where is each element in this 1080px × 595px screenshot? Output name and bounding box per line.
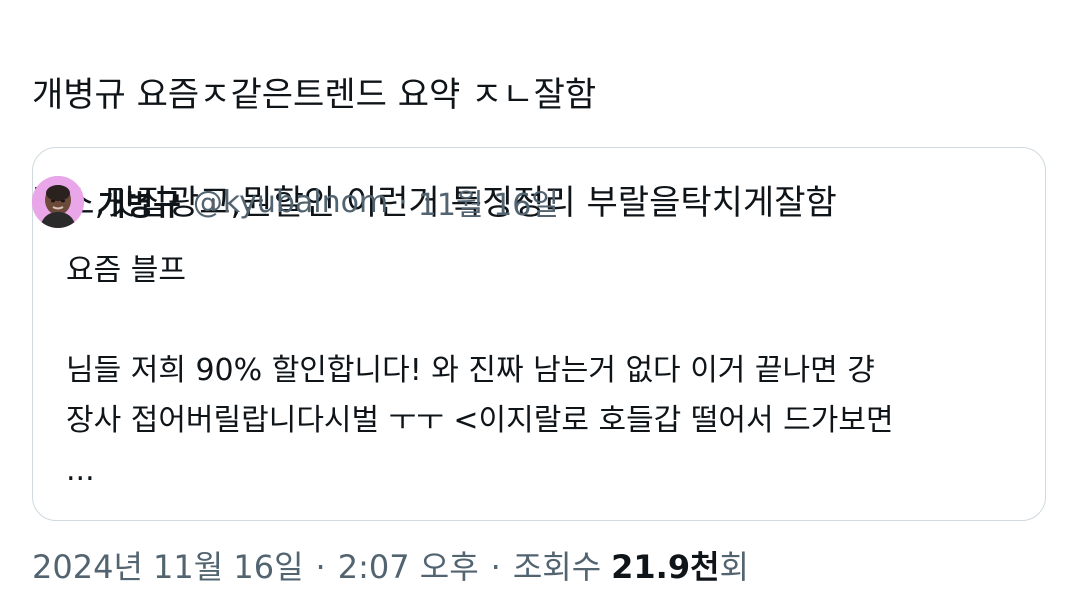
- post-date[interactable]: 2024년 11월 16일: [32, 542, 304, 588]
- separator-dot: ·: [398, 184, 408, 220]
- quoted-body-line-3: 장사 접어버릴랍니다시벌 ㅜㅜ <이지랄로 호들갑 떨어서 드가보면: [66, 403, 894, 438]
- post-text-line-1: 개병규 요즘ㅈ같은트렌드 요약 ㅈㄴ잘함: [32, 75, 597, 115]
- quoted-body-line-1: 요즘 블프: [66, 253, 186, 288]
- views-label: 조회수: [512, 548, 602, 586]
- quoted-post-header: 개병규 @kyubalnom · 11월 16일: [32, 176, 559, 228]
- separator-dot: ·: [490, 548, 501, 586]
- quoted-author-handle[interactable]: @kyubalnom: [193, 185, 388, 220]
- quoted-post-body: 요즘 블프 님들 저희 90% 할인합니다! 와 진짜 남는거 없다 이거 끝나…: [66, 246, 1026, 496]
- separator-dot: ·: [315, 548, 326, 586]
- post-metadata: 2024년 11월 16일 · 2:07 오후 · 조회수 21.9천 회: [32, 542, 749, 588]
- quoted-body-line-2: 님들 저희 90% 할인합니다! 와 진짜 남는거 없다 이거 끝나면 걍: [66, 353, 875, 388]
- quoted-body-ellipsis: ...: [66, 453, 95, 488]
- views-count[interactable]: 21.9천: [611, 542, 719, 588]
- post-time[interactable]: 2:07 오후: [338, 542, 479, 588]
- views-suffix: 회: [719, 548, 749, 586]
- quoted-body-blank-line: [66, 296, 1026, 346]
- avatar[interactable]: [32, 176, 84, 228]
- quoted-post-date[interactable]: 11월 16일: [418, 180, 559, 224]
- quoted-author-name[interactable]: 개병규: [98, 180, 181, 224]
- avatar-image: [32, 176, 84, 228]
